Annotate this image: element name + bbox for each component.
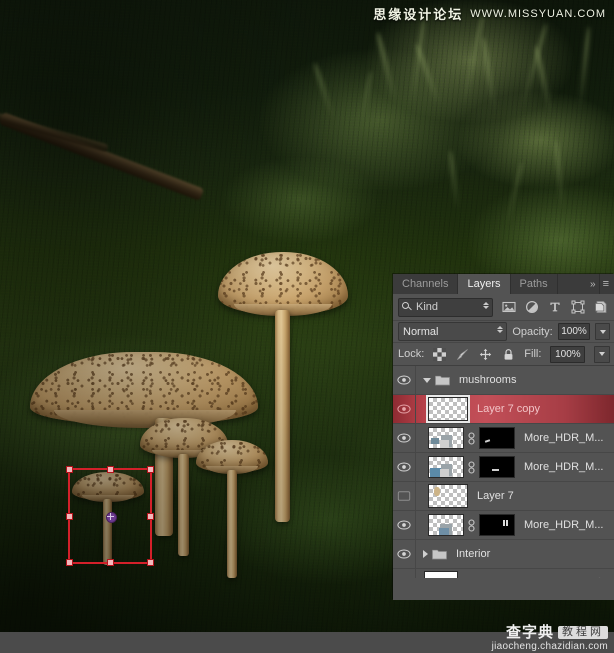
layer-thumbnail-group[interactable] [422,484,468,508]
panel-tab-strip[interactable]: Channels Layers Paths » ≡ [393,274,614,294]
filter-kind-label: Kind [416,301,439,313]
opacity-label: Opacity: [512,325,553,338]
layer-name[interactable]: More_HDR_M... [515,432,614,444]
fill-dropdown-icon[interactable] [594,345,610,363]
layer-visibility-toggle[interactable] [393,569,416,578]
layer-thumbnail-group[interactable] [416,571,458,578]
blend-mode-select[interactable]: Normal [398,322,508,341]
blend-mode-value: Normal [403,325,439,338]
transform-handle-e[interactable] [147,512,154,520]
group-disclosure[interactable] [416,374,450,386]
layer-thumbnail-group[interactable] [422,514,515,536]
layer-row-background[interactable]: Background [393,569,614,578]
transform-handle-nw[interactable] [66,466,73,473]
bottom-bar [0,632,614,653]
tab-channels[interactable]: Channels [393,274,459,294]
layer-row-more-hdr-2[interactable]: More_HDR_M... [393,453,614,482]
layer-thumbnail-group[interactable] [422,395,470,423]
lock-all-icon[interactable] [502,348,515,361]
opacity-dropdown-icon[interactable] [595,323,610,340]
fill-label: Fill: [524,348,542,360]
tab-layers[interactable]: Layers [458,274,511,294]
smart-object-filter-icon[interactable] [594,300,608,314]
layer-name[interactable]: More_HDR_M... [515,519,614,531]
layers-panel[interactable]: Channels Layers Paths » ≡ Kind Normal Op… [393,274,614,600]
filter-kind-select[interactable]: Kind [398,297,493,317]
layer-visibility-toggle[interactable] [393,453,416,481]
layer-visibility-toggle[interactable] [393,424,416,452]
transform-handle-n[interactable] [106,466,114,473]
layers-list[interactable]: mushrooms Layer 7 copy More_HDR_M... Mor… [393,366,614,578]
tab-paths[interactable]: Paths [511,274,558,294]
adjustment-layer-filter-icon[interactable] [525,300,539,314]
layer-row-more-hdr-1[interactable]: More_HDR_M... [393,424,614,453]
layer-mask-thumbnail[interactable] [479,456,515,478]
layer-row-layer-7-copy[interactable]: Layer 7 copy [393,395,614,424]
blend-mode-row[interactable]: Normal Opacity: 100% [393,321,614,343]
layer-row-layer-7[interactable]: Layer 7 [393,482,614,511]
group-disclosure[interactable] [416,548,447,560]
folder-icon [432,548,447,560]
layer-visibility-toggle[interactable] [393,482,416,510]
layer-mask-link-icon[interactable] [467,460,476,474]
transform-handle-s[interactable] [106,559,114,566]
layer-row-more-hdr-3[interactable]: More_HDR_M... [393,511,614,540]
lock-transparent-pixels-icon[interactable] [433,347,447,361]
layer-mask-link-icon[interactable] [467,518,476,532]
collapse-panel-icon[interactable]: » [586,274,599,294]
layer-thumbnail[interactable] [424,571,458,578]
lock-icon-group[interactable] [433,347,515,361]
tab-strip-spacer [558,274,586,294]
layer-locked-icon [594,577,605,578]
layer-mask-thumbnail[interactable] [479,427,515,449]
transform-handle-sw[interactable] [66,559,73,566]
layer-name[interactable]: Interior [447,548,614,560]
layer-thumbnail-group[interactable] [422,456,515,478]
shape-layer-filter-icon[interactable] [571,300,585,314]
chevron-down-icon[interactable] [423,377,431,383]
layer-thumbnail[interactable] [428,484,468,508]
layer-name[interactable]: Background [458,577,594,578]
opacity-value[interactable]: 100% [557,323,591,340]
panel-menu-icon[interactable]: ≡ [598,274,614,294]
free-transform-bounding-box[interactable] [66,466,154,566]
layer-visibility-toggle[interactable] [393,511,416,539]
lock-label: Lock: [398,348,425,360]
layer-thumbnail[interactable] [428,456,464,478]
transform-handle-w[interactable] [66,512,73,520]
layer-mask-link-icon[interactable] [467,431,476,445]
layer-thumbnail[interactable] [428,427,464,449]
layer-name[interactable]: More_HDR_M... [515,461,614,473]
layer-mask-thumbnail[interactable] [479,514,515,536]
layer-name[interactable]: Layer 7 [468,490,614,502]
layer-thumbnail[interactable] [428,514,464,536]
layer-row-interior-group[interactable]: Interior [393,540,614,569]
transform-handle-ne[interactable] [147,466,154,473]
layer-thumbnail[interactable] [426,395,470,423]
transform-reference-point[interactable] [105,511,117,523]
blend-mode-stepper[interactable] [497,326,504,333]
pixel-layer-filter-icon[interactable] [502,300,516,314]
layer-visibility-toggle[interactable] [393,540,416,568]
lock-position-icon[interactable] [479,348,492,361]
layer-name[interactable]: mushrooms [450,374,614,386]
layer-visibility-toggle[interactable] [393,395,416,423]
fill-value[interactable]: 100% [550,345,586,363]
search-icon [402,302,412,312]
layer-name[interactable]: Layer 7 copy [468,403,614,415]
layer-visibility-toggle[interactable] [393,366,416,394]
type-layer-filter-icon[interactable] [548,300,562,314]
lock-row[interactable]: Lock: Fill: 100% [393,343,614,366]
lock-image-pixels-icon[interactable] [456,348,469,361]
filter-kind-stepper[interactable] [483,301,489,309]
filter-type-icons[interactable] [502,300,608,314]
layer-thumbnail-group[interactable] [422,427,515,449]
chevron-right-icon[interactable] [423,550,428,558]
transform-handle-se[interactable] [147,559,154,566]
folder-icon [435,374,450,386]
photoshop-screenshot: 思缘设计论坛 WWW.MISSYUAN.COM 查字典 教程网 jiaochen… [0,0,614,653]
layer-filter-row[interactable]: Kind [393,294,614,321]
layer-row-mushrooms-group[interactable]: mushrooms [393,366,614,395]
